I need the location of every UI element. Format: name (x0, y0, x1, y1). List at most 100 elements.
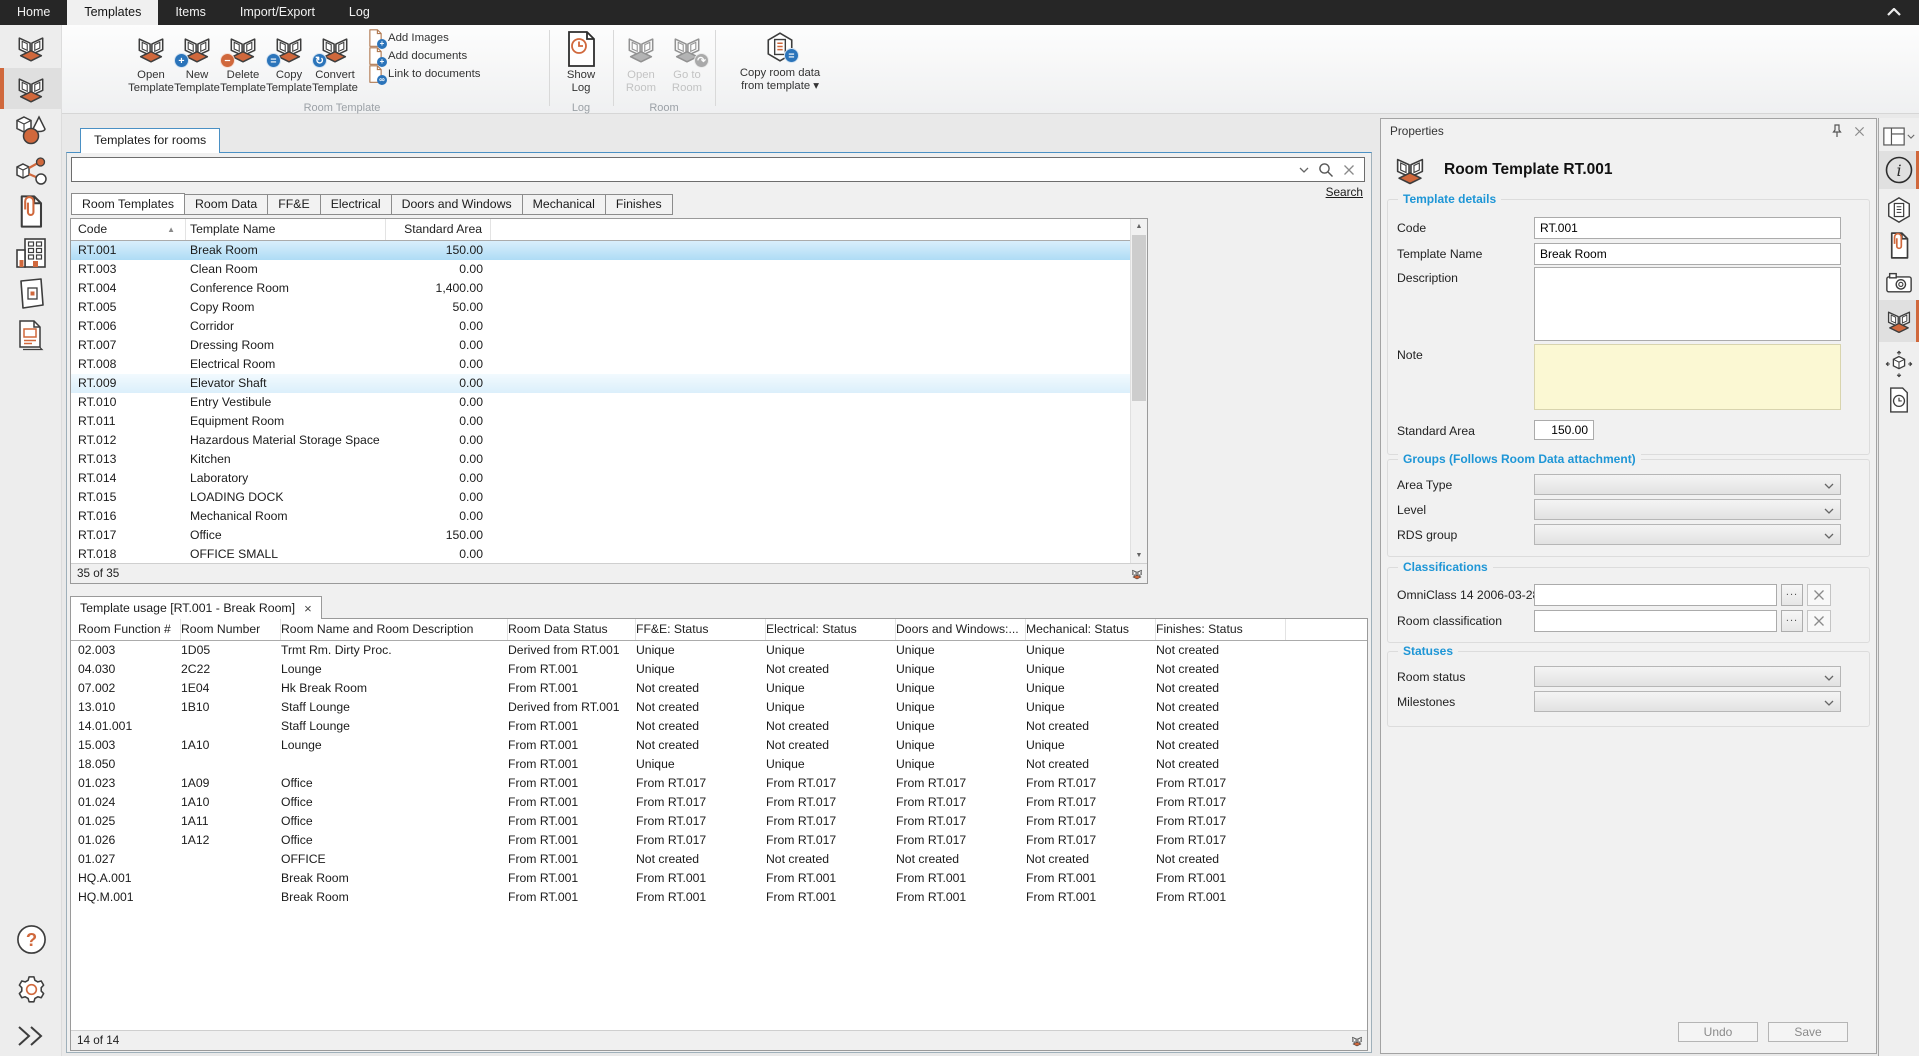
table-row[interactable]: RT.010Entry Vestibule0.00 (71, 393, 1130, 412)
column-header-room-data-status[interactable]: Room Data Status (508, 619, 636, 640)
column-header-finishes-status[interactable]: Finishes: Status (1156, 619, 1286, 640)
room-classification-field[interactable] (1534, 610, 1777, 632)
sidebar-item-attachments[interactable] (0, 191, 62, 232)
undo-button[interactable]: Undo (1678, 1022, 1758, 1042)
sidebar-item-buildings[interactable] (0, 232, 62, 273)
note-field[interactable] (1534, 344, 1841, 410)
omniclass-field[interactable] (1534, 584, 1777, 606)
sidebar-item-rooms[interactable] (0, 27, 62, 68)
rooms-mini-icon[interactable] (1350, 1034, 1364, 1048)
tab-electrical[interactable]: Electrical (321, 194, 392, 215)
level-select[interactable] (1534, 499, 1841, 520)
area-type-select[interactable] (1534, 474, 1841, 495)
ribbon-collapse-button[interactable] (1885, 6, 1903, 18)
close-icon[interactable]: × (304, 602, 312, 615)
column-header-electrical-status[interactable]: Electrical: Status (766, 619, 896, 640)
tab-3d-model[interactable] (1879, 346, 1919, 382)
table-row[interactable]: RT.007Dressing Room0.00 (71, 336, 1130, 355)
template-name-field[interactable] (1534, 243, 1841, 265)
table-row[interactable]: 01.0251A11OfficeFrom RT.001From RT.017Fr… (71, 812, 1367, 831)
tab-templates-for-rooms[interactable]: Templates for rooms (80, 128, 220, 153)
table-row[interactable]: 15.0031A10LoungeFrom RT.001Not createdNo… (71, 736, 1367, 755)
tab-room-data[interactable]: Room Data (185, 194, 268, 215)
tab-ffe[interactable]: FF&E (268, 194, 320, 215)
convert-template-button[interactable]: ↻ ConvertTemplate (312, 30, 358, 108)
tab-info[interactable] (1879, 151, 1919, 189)
table-row[interactable]: 02.0031D05Trmt Rm. Dirty Proc.Derived fr… (71, 641, 1367, 660)
add-images-button[interactable]: + Add Images (368, 29, 498, 46)
sidebar-item-catalog[interactable] (0, 273, 62, 314)
table-row[interactable]: 04.0302C22LoungeFrom RT.001UniqueNot cre… (71, 660, 1367, 679)
scrollbar-thumb[interactable] (1132, 235, 1146, 401)
sidebar-item-item-relations[interactable] (0, 150, 62, 191)
menu-import-export[interactable]: Import/Export (223, 0, 332, 25)
tab-room-data-sheet[interactable] (1879, 192, 1919, 228)
column-header-ffe-status[interactable]: FF&E: Status (636, 619, 766, 640)
open-template-button[interactable]: OpenTemplate (128, 30, 174, 108)
table-row[interactable]: RT.018OFFICE SMALL0.00 (71, 545, 1130, 563)
show-log-button[interactable]: ShowLog (554, 30, 608, 108)
help-button[interactable] (0, 919, 62, 960)
copy-room-data-button[interactable]: = Copy room datafrom template ▾ (722, 30, 838, 108)
omniclass-clear-button[interactable] (1807, 584, 1831, 606)
table-row[interactable]: RT.015LOADING DOCK0.00 (71, 488, 1130, 507)
menu-home[interactable]: Home (0, 0, 67, 25)
omniclass-browse-button[interactable]: ... (1781, 584, 1803, 606)
go-to-room-button[interactable]: ↷ Go toRoom (664, 30, 710, 108)
sidebar-item-reports[interactable] (0, 314, 62, 355)
menu-log[interactable]: Log (332, 0, 387, 25)
table-row[interactable]: RT.014Laboratory0.00 (71, 469, 1130, 488)
chevron-down-icon[interactable] (1299, 167, 1309, 173)
new-template-button[interactable]: + NewTemplate (174, 30, 220, 108)
table-row[interactable]: RT.006Corridor0.00 (71, 317, 1130, 336)
scroll-up-icon[interactable]: ▲ (1131, 219, 1147, 234)
room-classification-clear-button[interactable] (1807, 610, 1831, 632)
sidebar-item-items[interactable] (0, 109, 62, 150)
tab-doors-and-windows[interactable]: Doors and Windows (392, 194, 523, 215)
table-row[interactable]: 07.0021E04Hk Break RoomFrom RT.001Not cr… (71, 679, 1367, 698)
description-field[interactable] (1534, 267, 1841, 341)
layout-view-button[interactable] (1879, 123, 1919, 149)
column-header-code[interactable]: Code ▲ (71, 219, 186, 240)
tab-finishes[interactable]: Finishes (606, 194, 673, 215)
table-row[interactable]: 01.0231A09OfficeFrom RT.001From RT.017Fr… (71, 774, 1367, 793)
copy-template-button[interactable]: = CopyTemplate (266, 30, 312, 108)
table-row[interactable]: 01.027OFFICEFrom RT.001Not createdNot cr… (71, 850, 1367, 869)
column-header-room-number[interactable]: Room Number (181, 619, 281, 640)
milestones-select[interactable] (1534, 691, 1841, 712)
column-header-standard-area[interactable]: Standard Area (386, 219, 491, 240)
tab-room-templates[interactable]: Room Templates (71, 193, 185, 215)
tab-attachments[interactable] (1879, 228, 1919, 264)
settings-button[interactable] (0, 969, 62, 1010)
table-row[interactable]: RT.017Office150.00 (71, 526, 1130, 545)
search-link[interactable]: Search (1326, 185, 1363, 199)
tab-room-template[interactable] (1879, 300, 1919, 342)
column-header-room-function[interactable]: Room Function # (71, 619, 181, 640)
rds-group-select[interactable] (1534, 524, 1841, 545)
save-button[interactable]: Save (1768, 1022, 1848, 1042)
rooms-mini-icon[interactable] (1130, 567, 1144, 581)
code-field[interactable] (1534, 217, 1841, 239)
sidebar-item-room-templates[interactable] (0, 68, 62, 109)
menu-templates[interactable]: Templates (67, 0, 158, 25)
table-row[interactable]: RT.003Clean Room0.00 (71, 260, 1130, 279)
pin-icon[interactable] (1829, 123, 1845, 139)
table-row[interactable]: HQ.M.001Break RoomFrom RT.001From RT.001… (71, 888, 1367, 907)
vertical-scrollbar[interactable]: ▲ ▼ (1130, 219, 1147, 563)
delete-template-button[interactable]: − DeleteTemplate (220, 30, 266, 108)
table-row[interactable]: 18.050From RT.001UniqueUniqueUniqueNot c… (71, 755, 1367, 774)
room-classification-browse-button[interactable]: ... (1781, 610, 1803, 632)
menu-items[interactable]: Items (158, 0, 223, 25)
table-row[interactable]: RT.008Electrical Room0.00 (71, 355, 1130, 374)
table-row[interactable]: RT.001Break Room150.00 (71, 241, 1130, 260)
clear-search-icon[interactable] (1343, 164, 1355, 176)
table-row[interactable]: RT.013Kitchen0.00 (71, 450, 1130, 469)
table-row[interactable]: 14.01.001Staff LoungeFrom RT.001Not crea… (71, 717, 1367, 736)
table-row[interactable]: HQ.A.001Break RoomFrom RT.001From RT.001… (71, 869, 1367, 888)
table-row[interactable]: RT.004Conference Room1,400.00 (71, 279, 1130, 298)
tab-mechanical[interactable]: Mechanical (523, 194, 606, 215)
table-row[interactable]: RT.011Equipment Room0.00 (71, 412, 1130, 431)
column-header-mechanical-status[interactable]: Mechanical: Status (1026, 619, 1156, 640)
column-header-doors-windows-status[interactable]: Doors and Windows:... (896, 619, 1026, 640)
table-row[interactable]: RT.012Hazardous Material Storage Space0.… (71, 431, 1130, 450)
